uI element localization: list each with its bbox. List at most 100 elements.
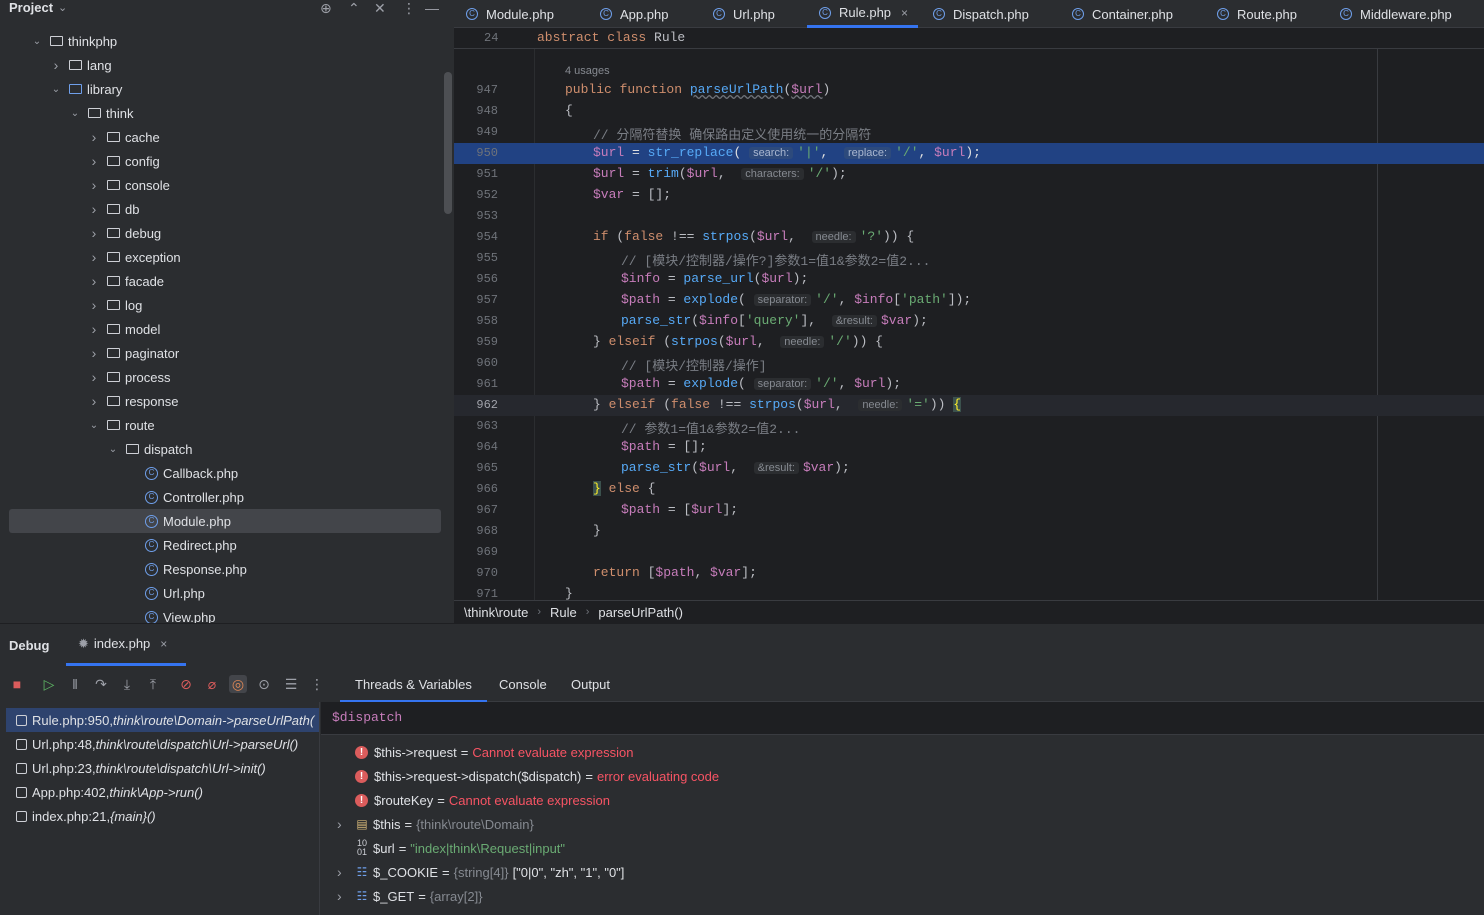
minimize-icon[interactable]: — (425, 0, 439, 16)
tree-item[interactable]: C Url.php (0, 581, 446, 605)
chevron-down-icon[interactable]: ⌄ (30, 36, 44, 47)
variable-row[interactable]: › ☷ $_GET = {array[2]} (321, 884, 1484, 908)
tree-item[interactable]: › console (0, 173, 446, 197)
debug-subtab[interactable]: Output (556, 669, 625, 702)
debug-session-tab[interactable]: ✹ index.php × (66, 624, 186, 666)
stop-icon[interactable]: ■ (8, 675, 26, 693)
tree-item[interactable]: ⌄ thinkphp (0, 29, 446, 53)
chevron-right-icon[interactable]: › (87, 393, 101, 409)
code-line[interactable]: 949// 分隔符替换 确保路由定义使用统一的分隔符 (454, 122, 1484, 143)
tree-item[interactable]: ⌄ dispatch (0, 437, 446, 461)
tree-item[interactable]: › log (0, 293, 446, 317)
tree-item[interactable]: C Callback.php (0, 461, 446, 485)
tree-item[interactable]: ⌄ library (0, 77, 446, 101)
chevron-right-icon[interactable]: › (87, 177, 101, 193)
evaluate-expression-field[interactable]: $dispatch (321, 702, 1484, 735)
editor-tab[interactable]: C Middleware.php (1340, 0, 1452, 28)
chevron-down-icon[interactable]: ⌄ (58, 1, 67, 14)
code-line[interactable]: 965 parse_str($url, &result: $var); (454, 458, 1484, 479)
code-line[interactable]: 948{ (454, 101, 1484, 122)
code-line[interactable]: 957 $path = explode( separator: '/', $info… (454, 290, 1484, 311)
code-line[interactable]: 954 if (false !== strpos($url, needle: '?'… (454, 227, 1484, 248)
variable-row[interactable]: ! $this->request = Cannot evaluate expressi… (321, 740, 1484, 764)
code-line[interactable]: 953 (454, 206, 1484, 227)
tree-item[interactable]: C Controller.php (0, 485, 446, 509)
editor-tab[interactable]: C App.php (600, 0, 668, 28)
add-watch-icon[interactable]: ☰ (282, 675, 300, 693)
chevron-right-icon[interactable]: › (87, 345, 101, 361)
chevron-right-icon[interactable]: › (87, 129, 101, 145)
tree-item[interactable]: C View.php (0, 605, 446, 623)
chevron-right-icon[interactable]: › (87, 201, 101, 217)
stack-frame[interactable]: index.php:21, {main}() (0, 804, 319, 828)
step-out-icon[interactable]: ⤒ (144, 675, 162, 693)
current-line[interactable]: 962} elseif (false !== strpos($url, need… (454, 395, 1484, 416)
breadcrumb-namespace[interactable]: \think\route (464, 605, 528, 620)
breadcrumb-method[interactable]: parseUrlPath() (598, 605, 683, 620)
sticky-scope-header[interactable]: 24 abstract class Rule (454, 28, 1484, 49)
editor-tab[interactable]: C Url.php (713, 0, 775, 28)
code-line[interactable]: 955// [模块/控制器/操作?]参数1=值1&参数2=值2... (454, 248, 1484, 269)
locate-icon[interactable]: ⊕ (320, 0, 332, 16)
chevron-down-icon[interactable]: ⌄ (87, 420, 101, 431)
chevron-right-icon[interactable]: › (87, 273, 101, 289)
code-line[interactable]: 970 return [$path, $var]; (454, 563, 1484, 584)
tree-item[interactable]: › config (0, 149, 446, 173)
tree-item[interactable]: › process (0, 365, 446, 389)
code-line[interactable]: 951 $url = trim($url, characters: '/'); (454, 164, 1484, 185)
close-icon[interactable]: × (901, 6, 908, 20)
step-over-icon[interactable]: ↷ (92, 675, 110, 693)
variable-row[interactable]: › ▤ $this = {think\route\Domain} (321, 812, 1484, 836)
stack-frame[interactable]: App.php:402, think\App->run() (0, 780, 319, 804)
collapse-all-icon[interactable]: ✕ (374, 0, 386, 16)
editor-tab[interactable]: C Container.php (1072, 0, 1173, 28)
variable-row[interactable]: › ☷ $_COOKIE = {string[4]} ["0|0", "zh", "1",… (321, 860, 1484, 884)
variable-row[interactable]: ! $this->request->dispatch($dispatch) = err… (321, 764, 1484, 788)
break-on-exception-icon[interactable]: ◎ (229, 675, 247, 693)
stack-frame[interactable]: Rule.php:950, think\route\Domain->parseU… (6, 708, 319, 732)
more-options-icon[interactable]: ⋮ (402, 0, 416, 16)
tree-item[interactable]: ⌄ think (0, 101, 446, 125)
chevron-right-icon[interactable]: › (337, 816, 342, 832)
tree-item[interactable]: › model (0, 317, 446, 341)
code-line[interactable]: 952 $var = []; (454, 185, 1484, 206)
pause-icon[interactable]: ‖ (66, 675, 84, 693)
tree-item[interactable]: C Response.php (0, 557, 446, 581)
code-line[interactable]: 956 $info = parse_url($url); (454, 269, 1484, 290)
tree-item[interactable]: › cache (0, 125, 446, 149)
code-line[interactable]: 966} else { (454, 479, 1484, 500)
debug-subtab[interactable]: Threads & Variables (340, 669, 487, 702)
chevron-down-icon[interactable]: ⌄ (49, 84, 63, 95)
mute-breakpoints-icon[interactable]: ⌀ (203, 675, 221, 693)
tree-item[interactable]: › paginator (0, 341, 446, 365)
code-line[interactable]: 963// 参数1=值1&参数2=值2... (454, 416, 1484, 437)
more-options-icon[interactable]: ⋮ (308, 675, 326, 693)
tree-item[interactable]: › lang (0, 53, 446, 77)
code-line[interactable]: 971} (454, 584, 1484, 600)
chevron-right-icon[interactable]: › (87, 225, 101, 241)
chevron-right-icon[interactable]: › (337, 864, 342, 880)
tree-item[interactable]: C Redirect.php (0, 533, 446, 557)
chevron-right-icon[interactable]: › (337, 888, 342, 904)
variable-row[interactable]: 10 01 $url = "index|think\Request|input" (321, 836, 1484, 860)
chevron-right-icon[interactable]: › (87, 321, 101, 337)
chevron-down-icon[interactable]: ⌄ (68, 108, 82, 119)
chevron-right-icon[interactable]: › (87, 249, 101, 265)
tree-item[interactable]: › debug (0, 221, 446, 245)
tree-item[interactable]: › db (0, 197, 446, 221)
tree-item[interactable]: › facade (0, 269, 446, 293)
code-line[interactable]: 967 $path = [$url]; (454, 500, 1484, 521)
editor-tab[interactable]: C Rule.php × (807, 0, 919, 28)
tree-item[interactable]: › response (0, 389, 446, 413)
tree-item[interactable]: ⌄ route (0, 413, 446, 437)
code-line[interactable]: 964 $path = []; (454, 437, 1484, 458)
tree-item[interactable]: C Module.php (9, 509, 441, 533)
code-editor[interactable]: 24 abstract class Rule 4 usages 947 publi… (454, 28, 1484, 600)
code-line[interactable]: 959} elseif (strpos($url, needle: '/')) { (454, 332, 1484, 353)
step-into-icon[interactable]: ⤓ (118, 675, 136, 693)
stack-frame[interactable]: Url.php:23, think\route\dispatch\Url->in… (0, 756, 319, 780)
code-line[interactable]: 960// [模块/控制器/操作] (454, 353, 1484, 374)
code-line[interactable]: 969 (454, 542, 1484, 563)
code-line[interactable]: 961 $path = explode( separator: '/', $url)… (454, 374, 1484, 395)
debug-subtab[interactable]: Console (484, 669, 562, 702)
